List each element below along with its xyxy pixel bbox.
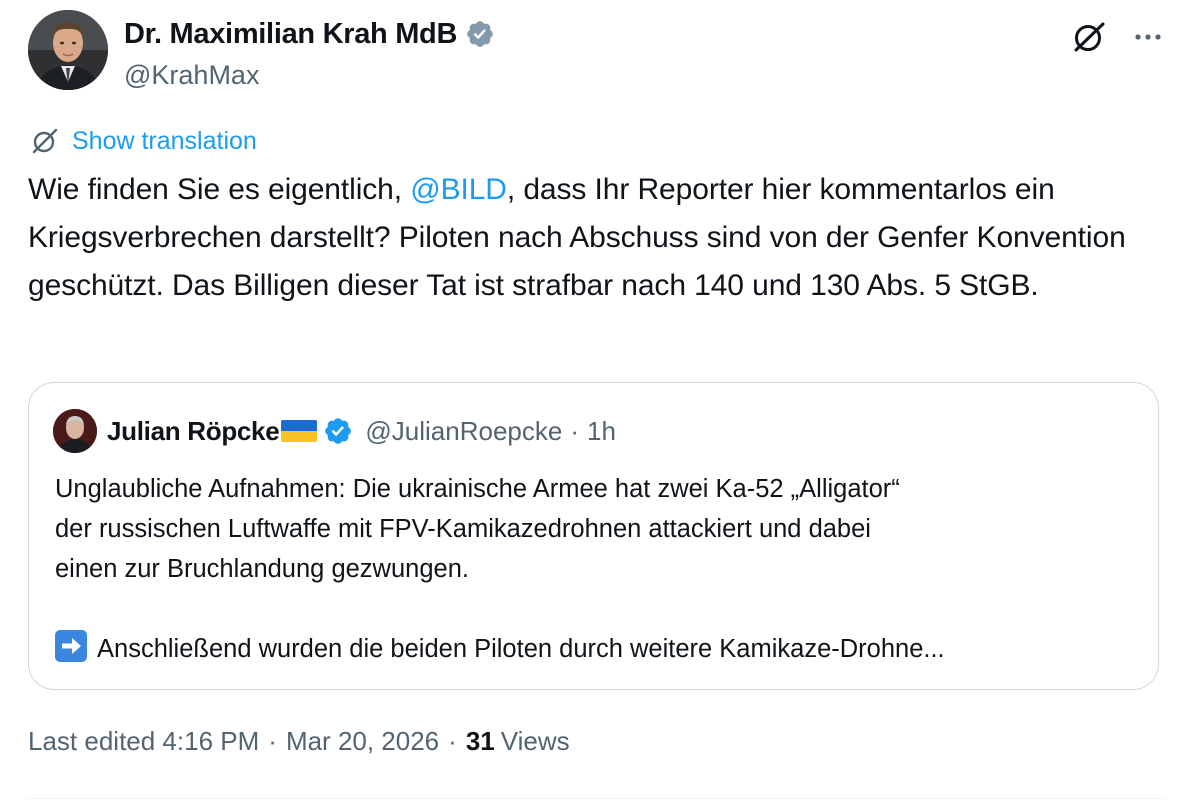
more-options-icon[interactable]: [1132, 21, 1164, 53]
author-info: Dr. Maximilian Krah MdB @KrahMax: [124, 16, 495, 91]
quoted-text-last: Anschließend wurden die beiden Piloten d…: [97, 635, 945, 663]
quoted-text-line-last: Anschließend wurden die beiden Piloten d…: [55, 629, 1135, 669]
meta-separator: ·: [448, 726, 457, 756]
meta-separator: ·: [268, 726, 277, 756]
grok-icon[interactable]: [1070, 18, 1108, 56]
quoted-text-line: der russischen Luftwaffe mit FPV-Kamikaz…: [55, 515, 871, 543]
show-translation-label: Show translation: [72, 126, 257, 155]
show-translation-link[interactable]: Show translation: [30, 126, 257, 156]
quoted-tweet-text: Unglaubliche Aufnahmen: Die ukrainische …: [55, 469, 1135, 669]
verified-badge-icon[interactable]: [465, 19, 495, 49]
ukraine-flag-icon: [281, 419, 318, 443]
views-count: 31: [465, 726, 495, 756]
views-label: Views: [500, 726, 570, 756]
quoted-tweet[interactable]: Julian Röpcke @JulianRoepcke · 1h Unglau…: [28, 382, 1159, 690]
divider: [28, 798, 1164, 799]
quoted-timestamp[interactable]: 1h: [587, 416, 616, 447]
quoted-tweet-header: Julian Röpcke @JulianRoepcke · 1h: [53, 409, 616, 453]
quoted-separator: ·: [570, 415, 579, 446]
tweet-text: Wie finden Sie es eigentlich, @BILD, das…: [28, 166, 1138, 310]
author-avatar[interactable]: [28, 10, 108, 90]
quoted-author-name[interactable]: Julian Röpcke: [107, 416, 280, 447]
post-date[interactable]: Mar 20, 2026: [286, 726, 439, 757]
quoted-paragraph-gap: [55, 589, 1135, 629]
tweet-meta: Last edited 4:16 PM · Mar 20, 2026 · 31 …: [28, 726, 570, 757]
tweet-top-actions: [1070, 18, 1164, 56]
tweet-text-start: Wie finden Sie es eigentlich,: [28, 173, 411, 206]
right-arrow-emoji-icon: [55, 630, 87, 662]
tweet-header: Dr. Maximilian Krah MdB @KrahMax: [28, 10, 1164, 94]
tweet: Dr. Maximilian Krah MdB @KrahMax Show tr…: [0, 0, 1192, 804]
author-display-name[interactable]: Dr. Maximilian Krah MdB: [124, 18, 457, 51]
last-edited-time[interactable]: Last edited 4:16 PM: [28, 726, 259, 757]
grok-translate-icon: [30, 126, 60, 156]
quoted-text-line: Unglaubliche Aufnahmen: Die ukrainische …: [55, 475, 900, 503]
quoted-verified-badge-icon[interactable]: [323, 416, 353, 446]
quoted-text-line: einen zur Bruchlandung gezwungen.: [55, 555, 469, 583]
quoted-author-avatar[interactable]: [53, 409, 97, 453]
author-handle[interactable]: @KrahMax: [124, 60, 495, 91]
mention-link[interactable]: @BILD: [410, 173, 507, 206]
quoted-author-handle[interactable]: @JulianRoepcke: [365, 416, 562, 447]
